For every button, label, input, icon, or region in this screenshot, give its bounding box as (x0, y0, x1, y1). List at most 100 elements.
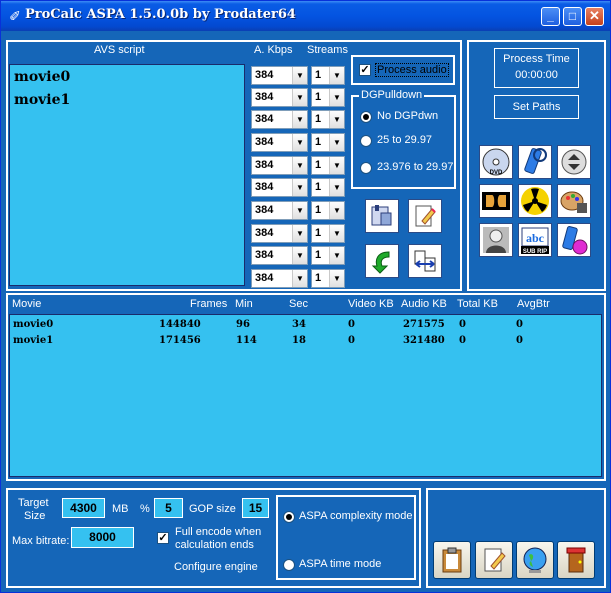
audio-streams-select[interactable]: 1 ▼ (311, 156, 345, 175)
chevron-down-icon[interactable]: ▼ (292, 89, 307, 106)
process-time-label: Process Time (503, 53, 570, 65)
palette-film-icon[interactable] (557, 184, 591, 218)
audio-kbps-select[interactable]: 384 ▼ (251, 110, 308, 129)
chevron-down-icon[interactable]: ▼ (292, 157, 307, 174)
film-dvd-icon[interactable] (557, 223, 591, 257)
configure-engine-link[interactable]: Configure engine (174, 561, 258, 573)
cell-video-kb: 0 (348, 335, 355, 346)
process-audio-label[interactable]: Process audio (375, 63, 449, 77)
full-encode-checkbox[interactable]: ✓ (157, 532, 169, 544)
radio-23976-to-2997-label[interactable]: 23.976 to 29.97 (377, 161, 453, 173)
audio-kbps-select[interactable]: 384 ▼ (251, 156, 308, 175)
chevron-down-icon[interactable]: ▼ (329, 179, 344, 196)
percent-input[interactable]: 5 (154, 498, 183, 518)
avs-line: movie0 (14, 69, 71, 85)
audio-streams-select[interactable]: 1 ▼ (311, 201, 345, 220)
radio-complexity-mode-label[interactable]: ASPA complexity mode (299, 510, 413, 522)
avs-script-box[interactable]: movie0 movie1 (9, 64, 245, 286)
exit-door-icon[interactable] (557, 541, 595, 579)
chevron-down-icon[interactable]: ▼ (329, 225, 344, 242)
table-row[interactable]: movie1 171456 114 18 0 321480 0 0 (10, 335, 600, 349)
chevron-down-icon[interactable]: ▼ (292, 67, 307, 84)
audio-streams-select[interactable]: 1 ▼ (311, 224, 345, 243)
green-undo-arrow-icon[interactable] (365, 244, 399, 278)
sub-rip-icon[interactable]: abc SUB RIP (518, 223, 552, 257)
chevron-down-icon[interactable]: ▼ (292, 247, 307, 264)
chevron-down-icon[interactable]: ▼ (329, 111, 344, 128)
movie-table[interactable]: movie0 144840 96 34 0 271575 0 0 movie1 171456 114… (9, 314, 602, 477)
dolby-icon[interactable] (479, 184, 513, 218)
chevron-down-icon[interactable]: ▼ (329, 89, 344, 106)
radio-complexity-mode[interactable] (283, 511, 295, 523)
audio-kbps-select[interactable]: 384 ▼ (251, 66, 308, 85)
title-bar[interactable]: ✐ ProCalc ASPA 1.5.0.0b by Prodater64 _ … (1, 1, 610, 31)
target-size-input[interactable]: 4300 (62, 498, 105, 518)
audio-kbps-value: 384 (255, 204, 274, 216)
audio-kbps-select[interactable]: 384 ▼ (251, 133, 308, 152)
audio-streams-select[interactable]: 1 ▼ (311, 110, 345, 129)
radio-25-to-2997[interactable] (360, 135, 372, 147)
chevron-down-icon[interactable]: ▼ (329, 157, 344, 174)
radio-25-to-2997-label[interactable]: 25 to 29.97 (377, 134, 432, 146)
chevron-down-icon[interactable]: ▼ (292, 179, 307, 196)
audio-streams-value: 1 (315, 136, 322, 148)
maximize-button[interactable]: □ (563, 7, 582, 26)
chevron-down-icon[interactable]: ▼ (292, 202, 307, 219)
audio-kbps-select[interactable]: 384 ▼ (251, 201, 308, 220)
set-paths-button[interactable]: Set Paths (494, 95, 579, 119)
notepad-pencil-icon[interactable] (408, 199, 442, 233)
audio-streams-select[interactable]: 1 ▼ (311, 88, 345, 107)
gop-size-input[interactable]: 15 (242, 498, 269, 518)
chevron-down-icon[interactable]: ▼ (329, 202, 344, 219)
full-encode-label-1[interactable]: Full encode when (175, 526, 261, 538)
audio-kbps-select[interactable]: 384 ▼ (251, 269, 308, 288)
clipboard-icon[interactable] (433, 541, 471, 579)
audio-streams-select[interactable]: 1 ▼ (311, 178, 345, 197)
chevron-down-icon[interactable]: ▼ (329, 67, 344, 84)
chevron-down-icon[interactable]: ▼ (329, 134, 344, 151)
audio-kbps-select[interactable]: 384 ▼ (251, 88, 308, 107)
chevron-down-icon[interactable]: ▼ (329, 270, 344, 287)
radio-time-mode[interactable] (283, 559, 295, 571)
audio-streams-select[interactable]: 1 ▼ (311, 133, 345, 152)
audio-streams-select[interactable]: 1 ▼ (311, 66, 345, 85)
radio-no-dgpdwn[interactable] (360, 111, 372, 123)
chevron-down-icon[interactable]: ▼ (292, 270, 307, 287)
radio-23976-to-2997[interactable] (360, 162, 372, 174)
audio-kbps-select[interactable]: 384 ▼ (251, 178, 308, 197)
avs-header: AVS script (94, 44, 145, 56)
avs-line: movie1 (14, 92, 71, 108)
audio-streams-select[interactable]: 1 ▼ (311, 246, 345, 265)
full-encode-label-2[interactable]: calculation ends (175, 539, 254, 551)
portrait-icon[interactable] (479, 223, 513, 257)
process-audio-checkbox[interactable]: ✓ (359, 64, 371, 76)
table-row[interactable]: movie0 144840 96 34 0 271575 0 0 (10, 319, 600, 333)
radio-no-dgpdwn-label[interactable]: No DGPdwn (377, 110, 438, 122)
dvd-disc-icon[interactable]: DVD (479, 145, 513, 179)
chevron-down-icon[interactable]: ▼ (292, 225, 307, 242)
max-bitrate-input[interactable]: 8000 (71, 527, 134, 548)
radio-time-mode-label[interactable]: ASPA time mode (299, 558, 381, 570)
film-reel-blue-icon[interactable] (518, 145, 552, 179)
swap-pages-icon[interactable] (408, 244, 442, 278)
cell-frames: 171456 (159, 335, 201, 346)
chevron-down-icon[interactable]: ▼ (292, 111, 307, 128)
audio-streams-select[interactable]: 1 ▼ (311, 269, 345, 288)
audio-streams-value: 1 (315, 159, 322, 171)
audio-kbps-select[interactable]: 384 ▼ (251, 246, 308, 265)
audio-streams-value: 1 (315, 181, 322, 193)
minimize-button[interactable]: _ (541, 7, 560, 26)
audio-kbps-select[interactable]: 384 ▼ (251, 224, 308, 243)
globe-icon[interactable] (516, 541, 554, 579)
radiation-icon[interactable] (518, 184, 552, 218)
eject-icon[interactable] (557, 145, 591, 179)
close-button[interactable]: ✕ (585, 7, 604, 26)
window-title: ProCalc ASPA 1.5.0.0b by Prodater64 (25, 7, 296, 22)
chevron-down-icon[interactable]: ▼ (329, 247, 344, 264)
chevron-down-icon[interactable]: ▼ (292, 134, 307, 151)
process-time-value: 00:00:00 (515, 69, 558, 81)
dvd-label: DVD (490, 170, 503, 176)
edit-notepad-icon[interactable] (475, 541, 513, 579)
film-edit-icon[interactable] (365, 199, 399, 233)
col-header-avgbtr: AvgBtr (517, 298, 550, 310)
